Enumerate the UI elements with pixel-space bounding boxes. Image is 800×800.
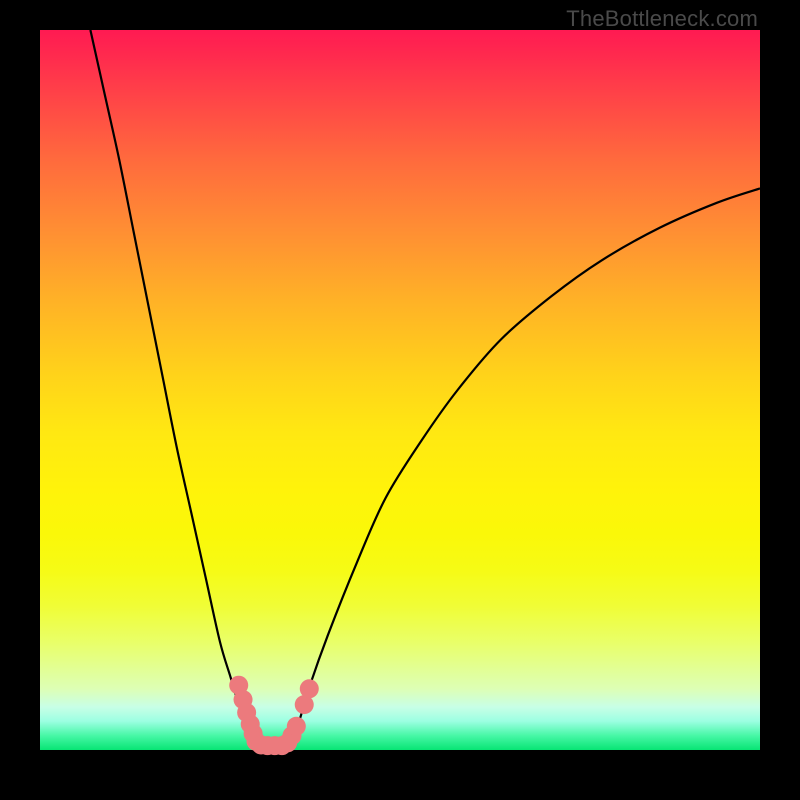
watermark-text: TheBottleneck.com: [566, 6, 758, 32]
left-curve: [90, 30, 258, 748]
chart-frame: TheBottleneck.com: [0, 0, 800, 800]
right-curve: [287, 188, 760, 747]
plot-area: [40, 30, 760, 750]
data-marker: [300, 679, 319, 698]
data-marker: [287, 717, 306, 736]
curves-svg: [40, 30, 760, 750]
